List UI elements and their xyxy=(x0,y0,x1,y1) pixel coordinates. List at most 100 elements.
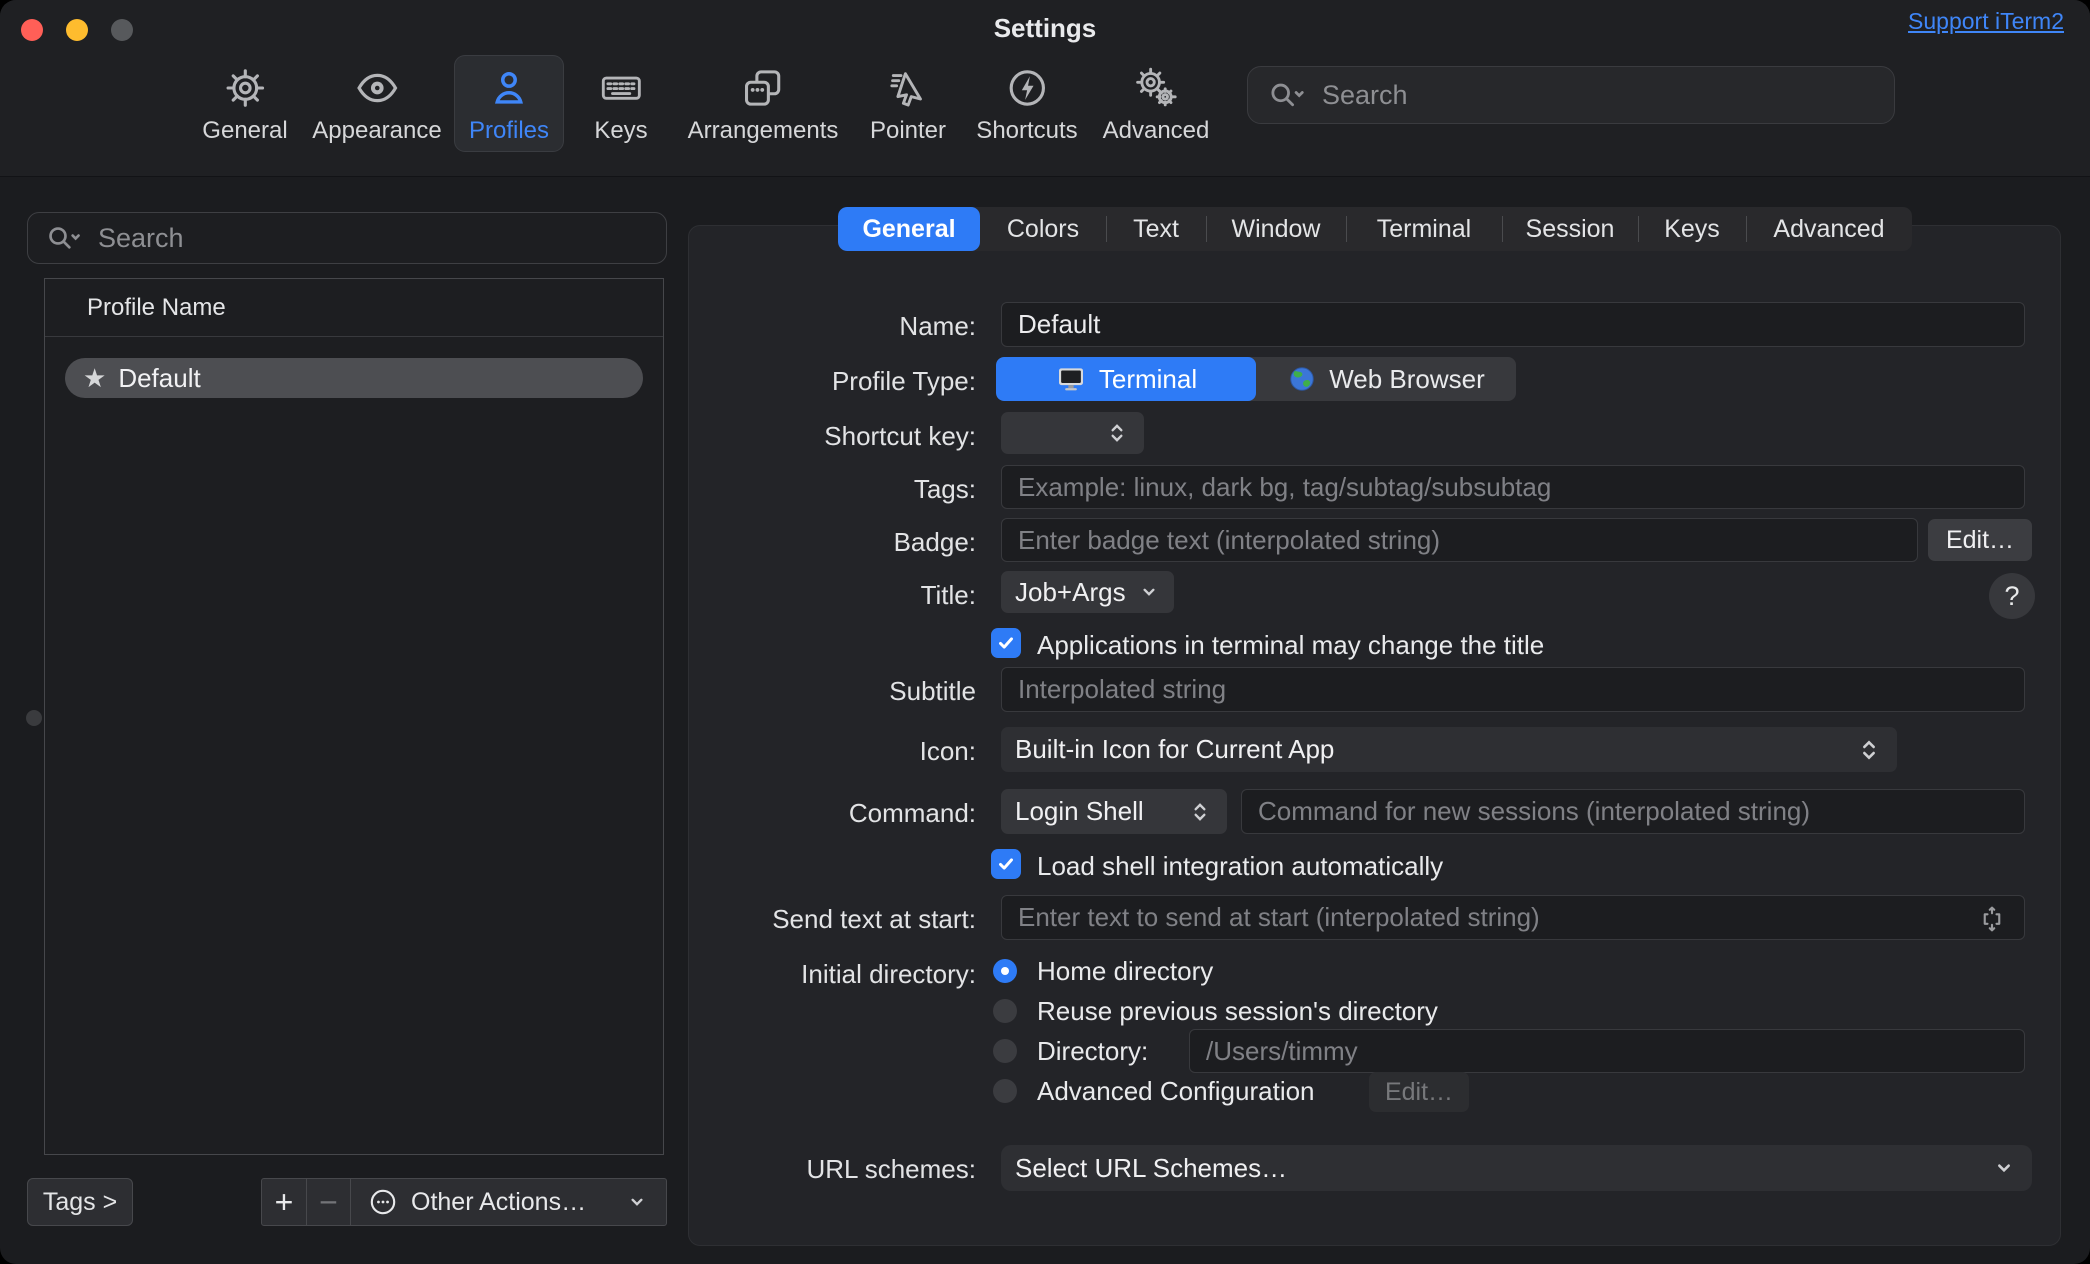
bolt-circle-icon xyxy=(1003,64,1051,112)
eye-icon xyxy=(353,64,401,112)
profile-type-web-browser-label: Web Browser xyxy=(1329,364,1485,395)
tags-button[interactable]: Tags > xyxy=(27,1178,133,1226)
toolbar-search[interactable] xyxy=(1247,66,1895,124)
tab-keys[interactable]: Keys xyxy=(1638,207,1746,251)
toolbar-item-arrangements[interactable]: Arrangements xyxy=(674,56,853,151)
profile-list-header: Profile Name xyxy=(45,279,663,337)
toolbar-item-general[interactable]: General xyxy=(188,56,301,151)
person-icon xyxy=(485,64,533,112)
profile-settings-panel: Name: Profile Type: Terminal xyxy=(688,225,2061,1246)
toolbar-item-pointer[interactable]: Pointer xyxy=(856,56,960,151)
radio-advanced-configuration-label: Advanced Configuration xyxy=(1037,1076,1315,1107)
profile-tab-bar: General Colors Text Window Terminal Sess… xyxy=(838,207,1912,251)
initial-directory-label: Initial directory: xyxy=(801,959,976,990)
name-input[interactable] xyxy=(1001,302,2025,347)
tab-colors[interactable]: Colors xyxy=(980,207,1106,251)
directory-input[interactable] xyxy=(1189,1029,2025,1073)
tags-input[interactable] xyxy=(1001,465,2025,509)
chevron-down-icon xyxy=(624,1189,650,1215)
ellipsis-circle-icon xyxy=(367,1186,399,1218)
profile-search-input[interactable] xyxy=(96,222,650,255)
interpolated-string-editor-icon[interactable] xyxy=(1977,904,2007,934)
toolbar-item-profiles[interactable]: Profiles xyxy=(455,56,563,151)
settings-window: Settings Support iTerm2 General Appearan… xyxy=(0,0,2090,1264)
other-actions-menu[interactable]: Other Actions… xyxy=(350,1179,666,1225)
gear-icon xyxy=(221,64,269,112)
radio-home-directory[interactable] xyxy=(993,959,1017,983)
radio-home-directory-label: Home directory xyxy=(1037,956,1213,987)
subtitle-input[interactable] xyxy=(1001,667,2025,712)
chevron-updown-icon xyxy=(1104,420,1130,446)
url-schemes-label: URL schemes: xyxy=(806,1154,976,1185)
stacked-windows-icon xyxy=(739,64,787,112)
toolbar-item-keys[interactable]: Keys xyxy=(580,56,661,151)
tab-advanced[interactable]: Advanced xyxy=(1746,207,1912,251)
toolbar-item-label: Keys xyxy=(594,119,647,143)
send-text-input[interactable] xyxy=(1001,895,2025,940)
check-icon xyxy=(995,853,1017,875)
toolbar-item-label: Pointer xyxy=(870,119,946,143)
toolbar-item-appearance[interactable]: Appearance xyxy=(298,56,455,151)
icon-popup[interactable]: Built-in Icon for Current App xyxy=(1001,727,1897,772)
pane-resize-handle[interactable] xyxy=(26,710,42,726)
window-title: Settings xyxy=(0,13,2090,44)
tab-text[interactable]: Text xyxy=(1106,207,1206,251)
send-text-label: Send text at start: xyxy=(772,904,976,935)
badge-input[interactable] xyxy=(1001,518,1918,562)
profile-type-label: Profile Type: xyxy=(832,366,976,397)
profile-row-default[interactable]: ★ Default xyxy=(65,358,643,398)
title-popup[interactable]: Job+Args xyxy=(1001,571,1174,613)
title-label: Title: xyxy=(921,580,976,611)
tab-session[interactable]: Session xyxy=(1502,207,1638,251)
radio-directory[interactable] xyxy=(993,1039,1017,1063)
radio-advanced-configuration[interactable] xyxy=(993,1079,1017,1103)
profile-search[interactable] xyxy=(27,212,667,264)
icon-label: Icon: xyxy=(920,736,976,767)
monitor-icon xyxy=(1055,363,1087,395)
command-popup[interactable]: Login Shell xyxy=(1001,789,1227,834)
badge-label: Badge: xyxy=(894,527,976,558)
shell-integration-checkbox-label: Load shell integration automatically xyxy=(1037,851,1443,882)
shortcut-key-popup[interactable] xyxy=(1001,412,1144,454)
profile-type-terminal[interactable]: Terminal xyxy=(996,357,1256,401)
badge-edit-button[interactable]: Edit… xyxy=(1928,519,2032,561)
title-value: Job+Args xyxy=(1015,577,1126,608)
profile-type-segmented: Terminal Web Browser xyxy=(996,357,1516,401)
chevron-updown-icon xyxy=(1855,736,1883,764)
toolbar-item-label: Appearance xyxy=(312,119,441,143)
double-gear-icon xyxy=(1132,64,1180,112)
url-schemes-value: Select URL Schemes… xyxy=(1015,1153,1287,1184)
command-value: Login Shell xyxy=(1015,796,1144,827)
toolbar: Settings Support iTerm2 General Appearan… xyxy=(0,0,2090,177)
icon-value: Built-in Icon for Current App xyxy=(1015,734,1334,765)
toolbar-item-shortcuts[interactable]: Shortcuts xyxy=(962,56,1091,151)
chevron-down-icon xyxy=(1990,1154,2018,1182)
title-change-checkbox[interactable] xyxy=(991,628,1021,658)
support-iterm2-link[interactable]: Support iTerm2 xyxy=(1908,8,2064,35)
command-label: Command: xyxy=(849,798,976,829)
magnifier-chevron-icon xyxy=(1266,78,1308,112)
profile-type-web-browser[interactable]: Web Browser xyxy=(1256,357,1516,401)
tags-label: Tags: xyxy=(914,474,976,505)
toolbar-item-label: Arrangements xyxy=(688,119,839,143)
chevron-down-icon xyxy=(1136,579,1162,605)
toolbar-item-advanced[interactable]: Advanced xyxy=(1089,56,1224,151)
radio-reuse-directory[interactable] xyxy=(993,999,1017,1023)
tab-terminal[interactable]: Terminal xyxy=(1346,207,1502,251)
url-schemes-dropdown[interactable]: Select URL Schemes… xyxy=(1001,1145,2032,1191)
radio-directory-label: Directory: xyxy=(1037,1036,1148,1067)
toolbar-search-input[interactable] xyxy=(1320,79,1876,112)
globe-icon xyxy=(1287,364,1317,394)
advanced-configuration-edit-button[interactable]: Edit… xyxy=(1369,1072,1469,1112)
cursor-arrow-icon xyxy=(884,64,932,112)
remove-profile-button[interactable]: − xyxy=(306,1179,350,1225)
toolbar-item-label: Profiles xyxy=(469,119,549,143)
command-input[interactable] xyxy=(1241,789,2025,834)
shell-integration-checkbox[interactable] xyxy=(991,849,1021,879)
tab-window[interactable]: Window xyxy=(1206,207,1346,251)
check-icon xyxy=(995,632,1017,654)
help-button[interactable]: ? xyxy=(1989,573,2035,619)
profile-list-actions: + − Other Actions… xyxy=(261,1178,667,1226)
tab-general[interactable]: General xyxy=(838,207,980,251)
add-profile-button[interactable]: + xyxy=(262,1179,306,1225)
